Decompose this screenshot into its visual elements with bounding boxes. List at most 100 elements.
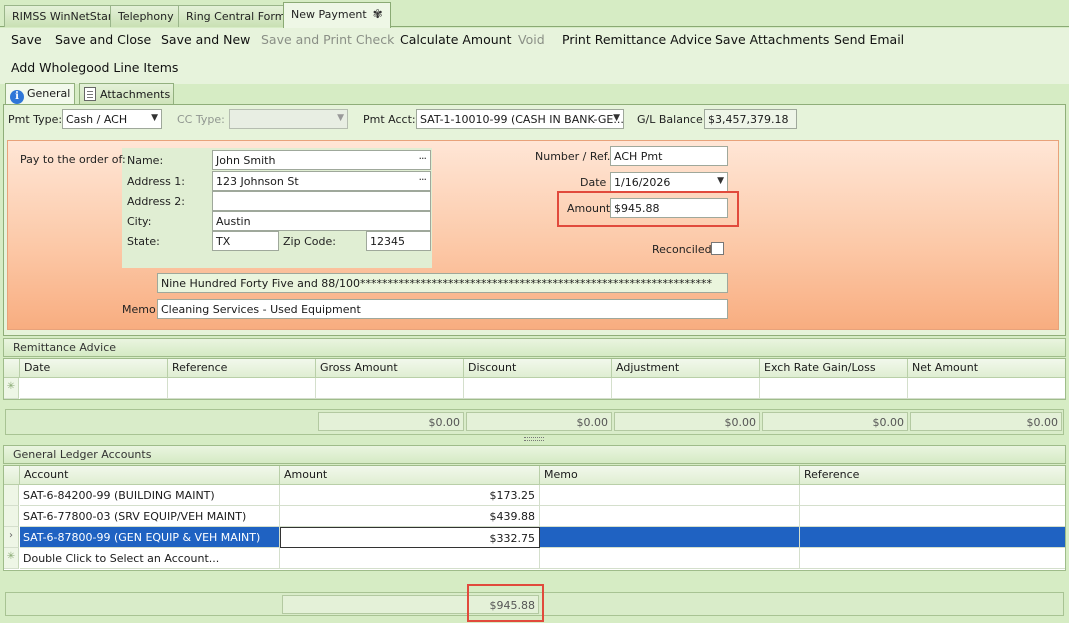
city-field[interactable]: Austin xyxy=(212,211,431,231)
cc-type-label: CC Type: xyxy=(177,113,225,126)
name-field[interactable]: John Smith ··· xyxy=(212,150,431,170)
gl-balance-label: G/L Balance: xyxy=(637,113,707,126)
total-gross: $0.00 xyxy=(318,412,464,431)
pmt-type-value: Cash / ACH xyxy=(66,113,128,126)
col-exch-rate[interactable]: Exch Rate Gain/Loss xyxy=(760,359,908,378)
pmt-type-label: Pmt Type: xyxy=(8,113,63,126)
tab-general[interactable]: i General xyxy=(5,83,75,106)
reconciled-label: Reconciled xyxy=(652,243,712,256)
pmt-acct-label: Pmt Acct: xyxy=(363,113,416,126)
remittance-totals-row: $0.00 $0.00 $0.00 $0.00 $0.00 xyxy=(5,409,1064,435)
save-button[interactable]: Save xyxy=(11,32,42,47)
total-adjustment: $0.00 xyxy=(614,412,760,431)
state-field[interactable]: TX xyxy=(212,231,279,251)
gl-row-2-amount[interactable]: $439.88 xyxy=(280,506,540,527)
remit-new-row-ref[interactable] xyxy=(168,378,316,399)
save-attachments-button[interactable]: Save Attachments xyxy=(715,32,829,47)
amount-highlight-box xyxy=(557,191,739,227)
col-account[interactable]: Account xyxy=(20,466,280,485)
add-wholegood-line-items-button[interactable]: Add Wholegood Line Items xyxy=(11,60,178,75)
date-field[interactable]: 1/16/2026 ▼ xyxy=(610,172,728,192)
gl-row-3-memo[interactable] xyxy=(540,527,800,548)
city-label: City: xyxy=(127,215,152,228)
gl-row-2-account[interactable]: SAT-6-77800-03 (SRV EQUIP/VEH MAINT) xyxy=(20,506,280,527)
calculate-amount-button[interactable]: Calculate Amount xyxy=(400,32,511,47)
pmt-type-select[interactable]: Cash / ACH ▼ xyxy=(62,109,162,129)
gl-row-3-account[interactable]: SAT-6-87800-99 (GEN EQUIP & VEH MAINT) xyxy=(20,527,280,548)
print-remittance-advice-button[interactable]: Print Remittance Advice xyxy=(562,32,712,47)
info-icon: i xyxy=(10,90,24,104)
total-discount: $0.00 xyxy=(466,412,612,431)
state-label: State: xyxy=(127,235,160,248)
address2-field[interactable] xyxy=(212,191,431,211)
toolbar: Save Save and Close Save and New Save an… xyxy=(0,28,1069,84)
address1-field[interactable]: 123 Johnson St ··· xyxy=(212,171,431,191)
gl-row-3-reference[interactable] xyxy=(800,527,1065,548)
gl-new-row-reference[interactable] xyxy=(800,548,1065,569)
gl-new-row-amount[interactable] xyxy=(280,548,540,569)
col-amount[interactable]: Amount xyxy=(280,466,540,485)
reconciled-checkbox[interactable] xyxy=(711,242,724,255)
row-indicator xyxy=(4,506,19,527)
address1-value: 123 Johnson St xyxy=(216,175,299,188)
remittance-advice-header: Remittance Advice xyxy=(3,338,1066,357)
doc-tab-new-payment[interactable]: New Payment ✾ xyxy=(283,2,391,28)
gl-row-1-amount[interactable]: $173.25 xyxy=(280,485,540,506)
send-email-button[interactable]: Send Email xyxy=(834,32,904,47)
doc-tab-ring-central[interactable]: Ring Central Form xyxy=(178,5,294,27)
gl-row-3-amount[interactable]: $332.75 xyxy=(280,527,540,548)
col-adjustment[interactable]: Adjustment xyxy=(612,359,760,378)
zip-field[interactable]: 12345 xyxy=(366,231,431,251)
new-row-icon: ✳ xyxy=(4,548,19,569)
ellipsis-button[interactable]: ··· xyxy=(419,152,427,165)
chevron-down-icon: ▼ xyxy=(151,113,158,123)
doc-tab-telephony[interactable]: Telephony xyxy=(110,5,182,27)
remit-new-row-gross[interactable] xyxy=(316,378,464,399)
cc-type-select[interactable]: ▼ xyxy=(229,109,348,129)
col-date[interactable]: Date xyxy=(20,359,168,378)
remit-new-row-adjustment[interactable] xyxy=(612,378,760,399)
pin-icon[interactable]: ✾ xyxy=(373,7,383,21)
col-reference[interactable]: Reference xyxy=(168,359,316,378)
remit-new-row-exch[interactable] xyxy=(760,378,908,399)
void-button[interactable]: Void xyxy=(518,32,545,47)
doc-tab-rimss[interactable]: RIMSS WinNetStar xyxy=(4,5,121,27)
remit-new-row-net[interactable] xyxy=(908,378,1065,399)
memo-field[interactable]: Cleaning Services - Used Equipment xyxy=(157,299,728,319)
splitter-grip[interactable] xyxy=(524,437,544,441)
name-value: John Smith xyxy=(216,154,276,167)
gl-row-1-memo[interactable] xyxy=(540,485,800,506)
tab-attachments[interactable]: Attachments xyxy=(79,83,174,105)
col-memo[interactable]: Memo xyxy=(540,466,800,485)
ellipsis-button[interactable]: ··· xyxy=(419,173,427,186)
row-indicator-header xyxy=(4,359,20,378)
total-net: $0.00 xyxy=(910,412,1062,431)
save-and-close-button[interactable]: Save and Close xyxy=(55,32,151,47)
gl-new-row-memo[interactable] xyxy=(540,548,800,569)
col-net-amount[interactable]: Net Amount xyxy=(908,359,1065,378)
number-ref-field[interactable]: ACH Pmt xyxy=(610,146,728,166)
remit-new-row-discount[interactable] xyxy=(464,378,612,399)
save-and-print-check-button[interactable]: Save and Print Check xyxy=(261,32,394,47)
remit-new-row-date[interactable] xyxy=(20,378,168,399)
doc-tab-new-payment-label: New Payment xyxy=(291,8,367,21)
chevron-down-icon[interactable]: ▼ xyxy=(717,176,724,186)
number-ref-label: Number / Ref. xyxy=(535,150,611,163)
current-row-arrow-icon: › xyxy=(4,527,19,548)
gl-row-1-reference[interactable] xyxy=(800,485,1065,506)
col-discount[interactable]: Discount xyxy=(464,359,612,378)
save-and-new-button[interactable]: Save and New xyxy=(161,32,250,47)
gl-row-2-reference[interactable] xyxy=(800,506,1065,527)
memo-label: Memo xyxy=(122,303,156,316)
address1-label: Address 1: xyxy=(127,175,186,188)
address2-label: Address 2: xyxy=(127,195,186,208)
pmt-acct-select[interactable]: SAT-1-10010-99 (CASH IN BANK-GE... ▼ xyxy=(416,109,624,129)
col-reference[interactable]: Reference xyxy=(800,466,1065,485)
gl-row-1-account[interactable]: SAT-6-84200-99 (BUILDING MAINT) xyxy=(20,485,280,506)
remittance-grid: Date Reference Gross Amount Discount Adj… xyxy=(3,358,1066,400)
col-gross-amount[interactable]: Gross Amount xyxy=(316,359,464,378)
zip-label: Zip Code: xyxy=(283,235,336,248)
tab-general-label: General xyxy=(27,87,71,100)
gl-new-row-account[interactable]: Double Click to Select an Account... xyxy=(20,548,280,569)
gl-row-2-memo[interactable] xyxy=(540,506,800,527)
